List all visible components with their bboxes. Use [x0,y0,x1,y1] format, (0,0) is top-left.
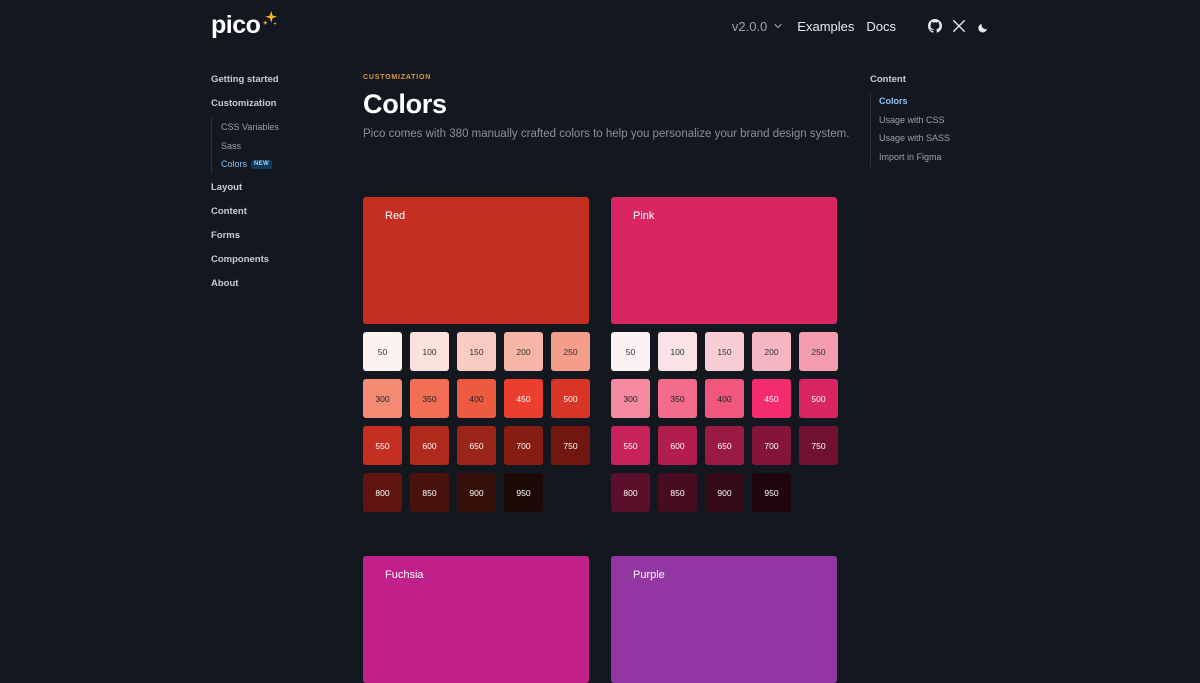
sidebar-item-label: Colors [221,159,248,170]
color-swatch[interactable]: 100 [410,332,449,371]
color-swatch[interactable]: 750 [551,426,590,465]
palette-name: Pink [633,210,655,222]
palette-fuchsia: Fuchsia [363,556,589,683]
swatch-grid: 50 100 150 200 250 300 350 400 450 500 550 600 650 70… [611,332,838,512]
version-label: v2.0.0 [731,18,768,34]
palette-red: Red 50 100 150 200 250 300 350 400 450 500 550 600 6… [363,197,590,512]
palette-pink: Pink 50 100 150 200 250 300 350 400 450 500 550 600… [611,197,838,512]
color-swatch[interactable]: 150 [457,332,496,371]
sparkles-icon [261,10,278,27]
color-swatch[interactable]: 200 [752,332,791,371]
color-swatch[interactable]: 50 [363,332,402,371]
color-swatch[interactable]: 850 [410,473,449,512]
toc-item-import-figma[interactable]: Import in Figma [879,149,1000,168]
palette-name: Fuchsia [385,569,424,581]
docs-sidebar: Getting started Customization CSS Variab… [211,72,341,300]
sidebar-item-colors[interactable]: Colors NEW [221,155,341,174]
toc-item-usage-css[interactable]: Usage with CSS [879,112,1000,131]
color-swatch[interactable]: 250 [551,332,590,371]
color-swatch[interactable]: 500 [799,379,838,418]
x-twitter-icon[interactable] [952,19,966,33]
color-swatch[interactable]: 400 [705,379,744,418]
color-swatch[interactable]: 50 [611,332,650,371]
palette-hero: Purple [611,556,837,683]
customization-submenu: CSS Variables Sass Colors NEW [211,118,341,174]
color-swatch[interactable]: 800 [611,473,650,512]
main-content: CUSTOMIZATION Colors Pico comes with 380… [363,72,850,142]
sidebar-item-label: Sass [221,140,242,151]
color-swatch[interactable]: 650 [705,426,744,465]
nav-link-examples[interactable]: Examples [797,19,854,34]
sidebar-item-customization[interactable]: Customization [211,96,341,120]
color-swatch[interactable]: 900 [705,473,744,512]
sidebar-item-forms[interactable]: Forms [211,228,341,252]
sidebar-item-components[interactable]: Components [211,252,341,276]
color-swatch[interactable]: 600 [658,426,697,465]
section-eyebrow: CUSTOMIZATION [363,74,432,81]
color-swatch[interactable]: 600 [410,426,449,465]
color-swatch[interactable]: 350 [410,379,449,418]
top-nav: v2.0.0 Examples Docs [732,16,990,36]
toc-item-usage-sass[interactable]: Usage with SASS [879,130,1000,149]
color-swatch[interactable]: 200 [504,332,543,371]
color-swatch[interactable]: 300 [363,379,402,418]
sidebar-item-css-variables[interactable]: CSS Variables [221,118,341,137]
color-swatch[interactable]: 250 [799,332,838,371]
moon-icon[interactable] [976,19,990,33]
color-swatch[interactable]: 750 [799,426,838,465]
color-swatch[interactable]: 550 [611,426,650,465]
color-swatch[interactable]: 550 [363,426,402,465]
toc-list: Colors Usage with CSS Usage with SASS Im… [870,93,1000,167]
color-swatch[interactable]: 500 [551,379,590,418]
palette-purple: Purple [611,556,837,683]
color-swatch[interactable]: 150 [705,332,744,371]
color-swatch[interactable]: 900 [457,473,496,512]
logo-text: pico [211,11,261,39]
sidebar-item-getting-started[interactable]: Getting started [211,72,341,96]
sidebar-item-layout[interactable]: Layout [211,180,341,204]
color-swatch[interactable]: 950 [752,473,791,512]
top-header: pico v2.0.0 Examples Docs [211,0,990,52]
swatch-grid: 50 100 150 200 250 300 350 400 450 500 550 600 650 70… [363,332,590,512]
nav-link-docs[interactable]: Docs [866,19,896,34]
color-swatch[interactable]: 100 [658,332,697,371]
page-title: Colors [363,89,447,119]
palette-hero: Fuchsia [363,556,589,683]
sidebar-item-sass[interactable]: Sass [221,137,341,156]
chevron-down-icon [774,23,782,29]
color-swatch[interactable]: 800 [363,473,402,512]
color-swatch[interactable]: 650 [457,426,496,465]
palette-name: Purple [633,569,665,581]
version-dropdown[interactable]: v2.0.0 [732,19,783,34]
color-swatch[interactable]: 850 [658,473,697,512]
color-swatch[interactable]: 350 [658,379,697,418]
color-swatch[interactable]: 700 [504,426,543,465]
table-of-contents: Content Colors Usage with CSS Usage with… [870,72,1000,167]
color-swatch[interactable]: 300 [611,379,650,418]
color-swatch[interactable]: 450 [504,379,543,418]
color-swatch[interactable]: 950 [504,473,543,512]
sidebar-item-content[interactable]: Content [211,204,341,228]
pico-logo[interactable]: pico [211,10,278,40]
color-swatch[interactable]: 700 [752,426,791,465]
palette-hero: Pink [611,197,837,324]
palette-hero: Red [363,197,589,324]
github-icon[interactable] [928,19,942,33]
sidebar-item-label: CSS Variables [221,122,279,133]
color-swatch[interactable]: 400 [457,379,496,418]
palette-name: Red [385,210,406,222]
color-swatch[interactable]: 450 [752,379,791,418]
new-badge: NEW [251,159,272,169]
sidebar-item-about[interactable]: About [211,276,341,300]
page-description: Pico comes with 380 manually crafted col… [363,128,850,140]
toc-title: Content [870,74,906,85]
toc-item-colors[interactable]: Colors [879,93,1000,112]
